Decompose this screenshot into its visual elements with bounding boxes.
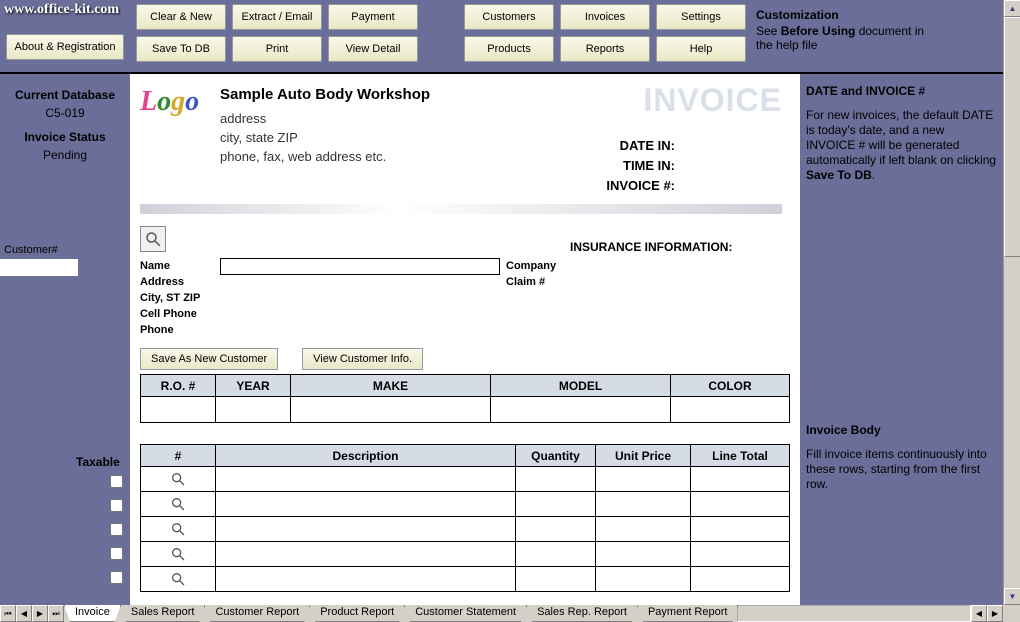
scroll-thumb[interactable]: [1004, 17, 1020, 257]
col-total: Line Total: [691, 445, 790, 467]
table-row: [141, 492, 790, 517]
items-table: # Description Quantity Unit Price Line T…: [140, 444, 790, 592]
item-search-icon[interactable]: [141, 492, 216, 517]
table-row: [141, 517, 790, 542]
item-search-icon[interactable]: [141, 542, 216, 567]
tab-sales-report[interactable]: Sales Report: [120, 605, 206, 622]
scroll-down-icon[interactable]: ▼: [1004, 588, 1020, 605]
col-make: MAKE: [291, 375, 491, 397]
customers-button[interactable]: Customers: [464, 4, 554, 30]
invoice-title: INVOICE: [643, 82, 782, 119]
current-db-value: C5-019: [4, 106, 126, 120]
customer-search-icon[interactable]: [140, 226, 166, 252]
current-db-label: Current Database: [4, 88, 126, 102]
scroll-up-icon[interactable]: ▲: [1004, 0, 1020, 17]
sheet-next-icon[interactable]: ▶: [32, 605, 48, 622]
extract-email-button[interactable]: Extract / Email: [232, 4, 322, 30]
customer-number-input[interactable]: [0, 259, 78, 276]
table-row: [141, 542, 790, 567]
col-desc: Description: [216, 445, 516, 467]
tab-customer-report[interactable]: Customer Report: [204, 605, 310, 622]
tab-customer-statement[interactable]: Customer Statement: [404, 605, 527, 622]
logo-icon: Logo: [140, 86, 210, 156]
invoice-status-value: Pending: [4, 148, 126, 162]
horizontal-scrollbar: ⏮ ◀ ▶ ⏭ Invoice Sales Report Customer Re…: [0, 605, 1003, 622]
gradient-divider: [140, 204, 782, 214]
tab-invoice[interactable]: Invoice: [64, 605, 121, 622]
view-customer-info-button[interactable]: View Customer Info.: [302, 348, 423, 370]
col-num: #: [141, 445, 216, 467]
payment-button[interactable]: Payment: [328, 4, 418, 30]
col-model: MODEL: [491, 375, 671, 397]
col-year: YEAR: [216, 375, 291, 397]
taxable-check-4[interactable]: [110, 547, 123, 560]
col-ro: R.O. #: [141, 375, 216, 397]
products-button[interactable]: Products: [464, 36, 554, 62]
table-row: [141, 567, 790, 592]
taxable-check-5[interactable]: [110, 571, 123, 584]
print-button[interactable]: Print: [232, 36, 322, 62]
settings-button[interactable]: Settings: [656, 4, 746, 30]
sheet-prev-icon[interactable]: ◀: [16, 605, 32, 622]
sheet-first-icon[interactable]: ⏮: [0, 605, 16, 622]
sheet-last-icon[interactable]: ⏭: [48, 605, 64, 622]
help-button[interactable]: Help: [656, 36, 746, 62]
taxable-check-2[interactable]: [110, 499, 123, 512]
taxable-checkboxes: [110, 475, 123, 584]
col-color: COLOR: [671, 375, 790, 397]
item-search-icon[interactable]: [141, 467, 216, 492]
company-info: Sample Auto Body Workshop address city, …: [220, 86, 430, 166]
about-registration-button[interactable]: About & Registration: [6, 34, 124, 60]
item-search-icon[interactable]: [141, 517, 216, 542]
taxable-check-3[interactable]: [110, 523, 123, 536]
hscroll-track[interactable]: [737, 605, 971, 622]
taxable-check-1[interactable]: [110, 475, 123, 488]
url-bar: www.office-kit.com: [4, 2, 119, 18]
left-panel: Current Database C5-019 Invoice Status P…: [0, 74, 130, 182]
date-labels: DATE IN: TIME IN: INVOICE #:: [606, 136, 675, 196]
tab-product-report[interactable]: Product Report: [309, 605, 405, 622]
right-help-panel: DATE and INVOICE # For new invoices, the…: [800, 74, 1003, 522]
customization-help: Customization See Before Using document …: [752, 4, 942, 68]
corner: [1003, 605, 1020, 622]
tab-sales-rep-report[interactable]: Sales Rep. Report: [526, 605, 638, 622]
customer-fields: Name Address City, ST ZIP Cell Phone Pho…: [140, 258, 200, 338]
item-search-icon[interactable]: [141, 567, 216, 592]
scroll-right-icon[interactable]: ▶: [987, 605, 1003, 622]
customer-name-input[interactable]: [220, 258, 500, 275]
save-as-new-customer-button[interactable]: Save As New Customer: [140, 348, 278, 370]
invoice-sheet: Logo Sample Auto Body Workshop address c…: [130, 74, 800, 605]
invoice-status-label: Invoice Status: [4, 130, 126, 144]
customer-number-label: Customer#: [4, 244, 58, 256]
invoices-button[interactable]: Invoices: [560, 4, 650, 30]
reports-button[interactable]: Reports: [560, 36, 650, 62]
table-row: [141, 467, 790, 492]
taxable-label: Taxable: [76, 455, 120, 469]
save-to-db-button[interactable]: Save To DB: [136, 36, 226, 62]
company-name: Sample Auto Body Workshop: [220, 86, 430, 103]
insurance-fields: Company Claim #: [506, 258, 556, 290]
insurance-header: INSURANCE INFORMATION:: [570, 240, 732, 254]
clear-new-button[interactable]: Clear & New: [136, 4, 226, 30]
vehicle-table: R.O. # YEAR MAKE MODEL COLOR: [140, 374, 790, 423]
sheet-tabs: Invoice Sales Report Customer Report Pro…: [64, 605, 737, 622]
col-price: Unit Price: [596, 445, 691, 467]
tab-payment-report[interactable]: Payment Report: [637, 605, 738, 622]
vertical-scrollbar[interactable]: ▲ ▼: [1003, 0, 1020, 605]
view-detail-button[interactable]: View Detail: [328, 36, 418, 62]
col-qty: Quantity: [516, 445, 596, 467]
scroll-left-icon[interactable]: ◀: [971, 605, 987, 622]
top-toolbar: Clear & New Save To DB Extract / Email P…: [130, 0, 1003, 72]
